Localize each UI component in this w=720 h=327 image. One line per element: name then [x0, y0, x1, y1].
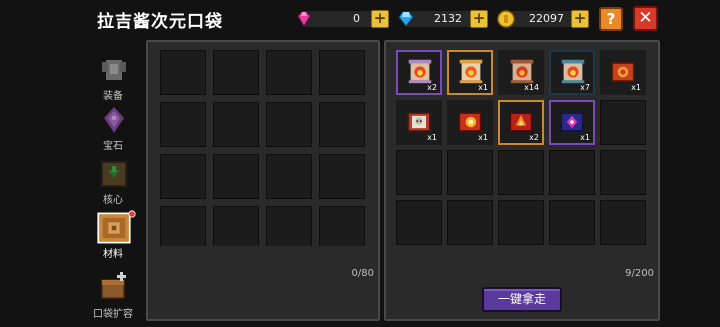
- storage-slot[interactable]: [213, 154, 259, 199]
- fire-book-icon: [458, 112, 482, 132]
- help-button[interactable]: ?: [599, 7, 623, 31]
- inventory-item[interactable]: x2: [498, 100, 544, 145]
- inventory-item[interactable]: x7: [549, 50, 595, 95]
- purple-scroll-fire-icon: [408, 59, 432, 84]
- gold-coin-count: 22097: [529, 12, 564, 25]
- inventory-item[interactable]: x1: [549, 100, 595, 145]
- right-inventory-panel: x2 x1 x14 x7 x1 x1 x1 x2 x1 9/200: [384, 40, 660, 321]
- flame-book-icon: [509, 112, 533, 132]
- inventory-item[interactable]: x14: [498, 50, 544, 95]
- take-all-button[interactable]: 一键拿走: [482, 287, 562, 312]
- currency-gold-coin: 22097 +: [494, 9, 594, 29]
- tab-materials-label: 材料: [103, 249, 123, 260]
- storage-slot[interactable]: [266, 102, 312, 147]
- close-button[interactable]: ✕: [633, 6, 658, 31]
- left-capacity-counter: 0/80: [351, 268, 374, 279]
- inventory-item[interactable]: x2: [396, 50, 442, 95]
- storage-slot[interactable]: [213, 102, 259, 147]
- inventory-slot[interactable]: [549, 150, 595, 195]
- tab-equipment-label: 装备: [103, 91, 123, 102]
- red-tome-icon: [611, 62, 635, 82]
- tab-equipment[interactable]: 装备: [92, 52, 134, 104]
- storage-slot[interactable]: [266, 206, 312, 246]
- storage-slot[interactable]: [266, 154, 312, 199]
- inventory-item[interactable]: x1: [447, 100, 493, 145]
- tab-core-label: 核心: [103, 195, 123, 206]
- item-quantity: x1: [631, 83, 641, 92]
- page-title: 拉吉酱次元口袋: [97, 12, 223, 32]
- item-quantity: x1: [427, 133, 437, 142]
- top-bar: 拉吉酱次元口袋 0 + 2132 + 22097 + ? ✕: [0, 0, 720, 38]
- tab-gems-label: 宝石: [103, 141, 123, 152]
- inventory-item[interactable]: x1: [396, 100, 442, 145]
- right-capacity-counter: 9/200: [625, 268, 654, 279]
- inventory-slot[interactable]: [396, 200, 442, 245]
- inventory-slot[interactable]: [447, 200, 493, 245]
- purple-rune-book-icon: [560, 112, 584, 132]
- tab-gems[interactable]: 宝石: [92, 102, 134, 154]
- add-blue-diamond-button[interactable]: +: [470, 10, 488, 28]
- inventory-item[interactable]: x1: [447, 50, 493, 95]
- inventory-grid: x2 x1 x14 x7 x1 x1 x1 x2 x1: [396, 50, 646, 258]
- inventory-item[interactable]: x1: [600, 50, 646, 95]
- pocket-expand-icon: [101, 272, 126, 299]
- materials-chest-icon: [97, 212, 131, 244]
- blue-diamond-count: 2132: [434, 12, 462, 25]
- left-storage-grid: [160, 50, 365, 246]
- item-quantity: x1: [478, 133, 488, 142]
- inventory-slot[interactable]: [600, 200, 646, 245]
- notification-badge: [128, 210, 136, 218]
- tab-pocket-expand[interactable]: 口袋扩容: [92, 268, 134, 320]
- orange-scroll-fire-icon: [459, 59, 483, 84]
- add-pink-gem-button[interactable]: +: [371, 10, 389, 28]
- inventory-slot[interactable]: [600, 150, 646, 195]
- currency-blue-diamond: 2132 +: [394, 9, 494, 29]
- storage-slot[interactable]: [160, 206, 206, 246]
- storage-slot[interactable]: [160, 102, 206, 147]
- core-icon: [101, 161, 127, 187]
- left-storage-panel: 0/80: [146, 40, 380, 321]
- storage-slot[interactable]: [319, 154, 365, 199]
- inventory-slot[interactable]: [498, 150, 544, 195]
- item-quantity: x14: [524, 83, 539, 92]
- currency-pink-gem: 0 +: [294, 9, 394, 29]
- storage-slot[interactable]: [160, 154, 206, 199]
- tab-pocket-expand-label: 口袋扩容: [93, 309, 133, 320]
- skull-book-icon: [407, 112, 431, 132]
- inventory-slot[interactable]: [600, 100, 646, 145]
- storage-slot[interactable]: [213, 206, 259, 246]
- armor-icon: [102, 60, 126, 80]
- item-quantity: x2: [427, 83, 437, 92]
- item-quantity: x7: [580, 83, 590, 92]
- inventory-slot[interactable]: [396, 150, 442, 195]
- inventory-slot[interactable]: [447, 150, 493, 195]
- storage-slot[interactable]: [160, 50, 206, 95]
- storage-slot[interactable]: [319, 206, 365, 246]
- storage-slot[interactable]: [213, 50, 259, 95]
- pink-gem-count: 0: [353, 12, 360, 25]
- purple-gem-icon: [104, 107, 124, 133]
- item-quantity: x2: [529, 133, 539, 142]
- red-scroll-fire-icon: [510, 59, 534, 84]
- item-quantity: x1: [478, 83, 488, 92]
- inventory-slot[interactable]: [549, 200, 595, 245]
- storage-slot[interactable]: [319, 102, 365, 147]
- tab-materials[interactable]: 材料: [92, 210, 136, 262]
- storage-slot[interactable]: [266, 50, 312, 95]
- storage-slot[interactable]: [319, 50, 365, 95]
- tab-core[interactable]: 核心: [92, 156, 134, 208]
- inventory-slot[interactable]: [498, 200, 544, 245]
- item-quantity: x1: [580, 133, 590, 142]
- teal-scroll-fire-icon: [561, 59, 585, 84]
- add-gold-coin-button[interactable]: +: [571, 10, 589, 28]
